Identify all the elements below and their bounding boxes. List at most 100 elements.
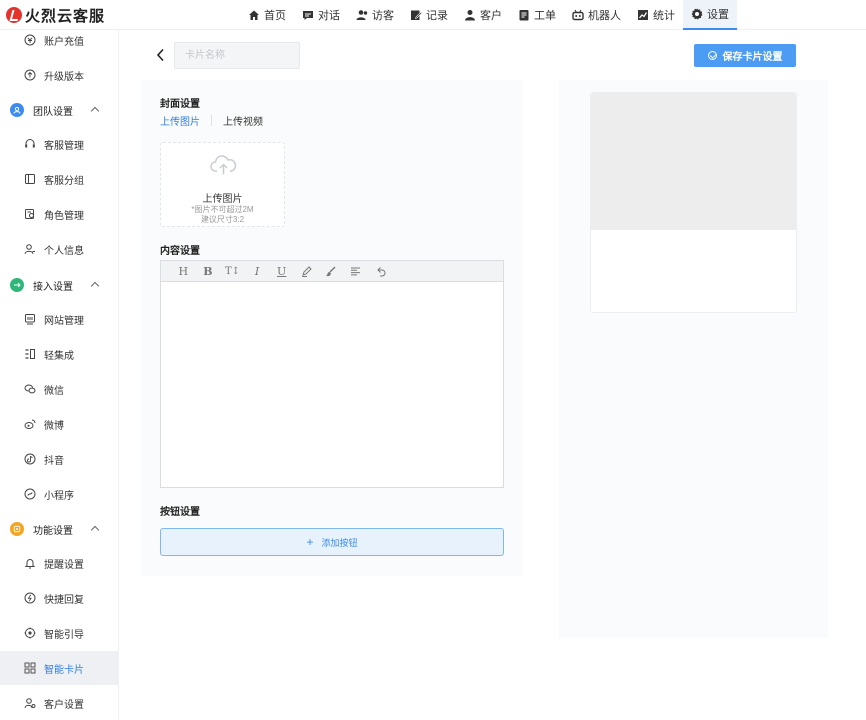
sidebar-item-mini-program[interactable]: 小程序: [0, 477, 119, 511]
bold-icon[interactable]: B: [196, 261, 221, 282]
brush-icon[interactable]: [319, 261, 344, 282]
nav-label: 工单: [534, 10, 556, 22]
bell-icon: [24, 557, 36, 569]
robot-icon: [572, 9, 584, 21]
chevron-up-icon: [90, 525, 100, 535]
nav-label: 机器人: [588, 10, 621, 22]
chat-icon: [302, 9, 314, 21]
undo-icon[interactable]: [368, 261, 393, 282]
nav-item-visitor[interactable]: 访客: [348, 0, 402, 30]
font-size-icon[interactable]: T↕: [220, 261, 245, 282]
chevron-up-icon: [90, 281, 100, 291]
highlight-icon[interactable]: [294, 261, 319, 282]
miniprogram-icon: [24, 488, 36, 500]
sidebar-item-agent-group[interactable]: 客服分组: [0, 162, 119, 196]
nav-label: 访客: [372, 10, 394, 22]
record-icon: [410, 9, 422, 21]
sidebar-item-smart-card[interactable]: 智能卡片: [0, 651, 119, 685]
sidebar-group-function[interactable]: 功能设置: [0, 512, 119, 546]
check-circle-icon: [707, 51, 717, 60]
nav-label: 对话: [318, 10, 340, 22]
nav-item-customer[interactable]: 客户: [456, 0, 510, 30]
editor-toolbar: H B T↕ I U: [161, 261, 503, 282]
chevron-up-icon: [90, 106, 100, 116]
tab-upload-video[interactable]: 上传视频: [223, 113, 263, 128]
sidebar-item-website[interactable]: 网站管理: [0, 302, 119, 336]
sidebar-item-customer-settings[interactable]: 客户设置: [0, 686, 119, 720]
heading-icon[interactable]: H: [171, 261, 196, 282]
preview-card: [590, 92, 797, 313]
nav-label: 客户: [480, 10, 502, 22]
douyin-icon: [24, 453, 36, 465]
user-icon: [24, 243, 36, 255]
upload-ratio-hint: 建议尺寸3:2: [200, 215, 245, 224]
role-icon: [24, 208, 36, 220]
image-upload-area[interactable]: 上传图片 *图片不可超过2M 建议尺寸3:2: [160, 142, 285, 227]
nav-item-robot[interactable]: 机器人: [564, 0, 629, 30]
top-bar: 火烈云客服 首页 对话 访客 记录 客户 工单 机器人 统计 设置: [0, 0, 866, 30]
group-icon: [24, 173, 36, 185]
nav-label: 统计: [653, 10, 675, 22]
sidebar-item-douyin[interactable]: 抖音: [0, 442, 119, 476]
sidebar-item-wechat[interactable]: 微信: [0, 372, 119, 406]
access-icon: [10, 278, 24, 292]
sidebar-item-agent-management[interactable]: 客服管理: [0, 127, 119, 161]
team-icon: [10, 103, 24, 117]
italic-icon[interactable]: I: [245, 261, 270, 282]
recharge-icon: [24, 34, 36, 46]
customer-settings-icon: [24, 697, 36, 709]
sidebar-item-personal-info[interactable]: 个人信息: [0, 232, 119, 266]
visitor-icon: [356, 9, 368, 21]
upload-title: 上传图片: [202, 194, 243, 205]
function-icon: [10, 522, 24, 536]
plus-icon: +: [306, 535, 314, 549]
nav-item-record[interactable]: 记录: [402, 0, 456, 30]
nav-item-chat[interactable]: 对话: [294, 0, 348, 30]
integration-icon: [24, 348, 36, 360]
sidebar-item-recharge[interactable]: 账户充值: [0, 23, 119, 57]
nav-item-settings[interactable]: 设置: [683, 0, 737, 30]
editor-content-area[interactable]: [161, 282, 503, 487]
sidebar-item-weibo[interactable]: 微博: [0, 407, 119, 441]
sidebar-item-role-management[interactable]: 角色管理: [0, 197, 119, 231]
tab-upload-image[interactable]: 上传图片: [160, 113, 200, 128]
nav-label: 首页: [264, 10, 286, 22]
nav-item-home[interactable]: 首页: [240, 0, 294, 30]
rich-text-editor: H B T↕ I U: [160, 260, 504, 488]
preview-card-image-placeholder: [591, 93, 796, 230]
sidebar: 账户充值 升级版本 团队设置 客服管理 客服分组 角色管理 个人信息 接入设置 …: [0, 30, 119, 720]
sidebar-item-light-integration[interactable]: 轻集成: [0, 337, 119, 371]
sidebar-group-team[interactable]: 团队设置: [0, 93, 119, 127]
weibo-icon: [24, 418, 36, 430]
add-button-button[interactable]: + 添加按钮: [160, 528, 504, 556]
sidebar-group-access[interactable]: 接入设置: [0, 268, 119, 302]
underline-icon[interactable]: U: [269, 261, 294, 282]
stats-icon: [637, 9, 649, 21]
ticket-icon: [518, 9, 530, 21]
nav-item-ticket[interactable]: 工单: [510, 0, 564, 30]
app-logo[interactable]: 火烈云客服: [6, 5, 105, 25]
website-icon: [24, 313, 36, 325]
wechat-icon: [24, 383, 36, 395]
sidebar-item-reminder[interactable]: 提醒设置: [0, 546, 119, 580]
sidebar-item-quick-reply[interactable]: 快捷回复: [0, 581, 119, 615]
guide-icon: [24, 627, 36, 639]
content-settings-title: 内容设置: [160, 246, 200, 257]
cloud-upload-icon: [210, 155, 237, 175]
save-card-settings-button[interactable]: 保存卡片设置: [694, 44, 796, 67]
home-icon: [248, 9, 260, 21]
settings-icon: [691, 8, 703, 20]
logo-icon: [6, 7, 22, 23]
sidebar-item-upgrade[interactable]: 升级版本: [0, 58, 119, 92]
headset-icon: [24, 138, 36, 150]
tab-divider: [211, 114, 212, 126]
back-arrow-icon[interactable]: [155, 48, 167, 62]
nav-label: 记录: [426, 10, 448, 22]
customer-icon: [464, 9, 476, 21]
cover-tabs: 上传图片 上传视频: [160, 113, 263, 128]
sidebar-item-smart-guide[interactable]: 智能引导: [0, 616, 119, 650]
card-name-input[interactable]: [174, 42, 300, 69]
nav-item-stats[interactable]: 统计: [629, 0, 683, 30]
card-icon: [24, 662, 36, 674]
align-icon[interactable]: [343, 261, 368, 282]
